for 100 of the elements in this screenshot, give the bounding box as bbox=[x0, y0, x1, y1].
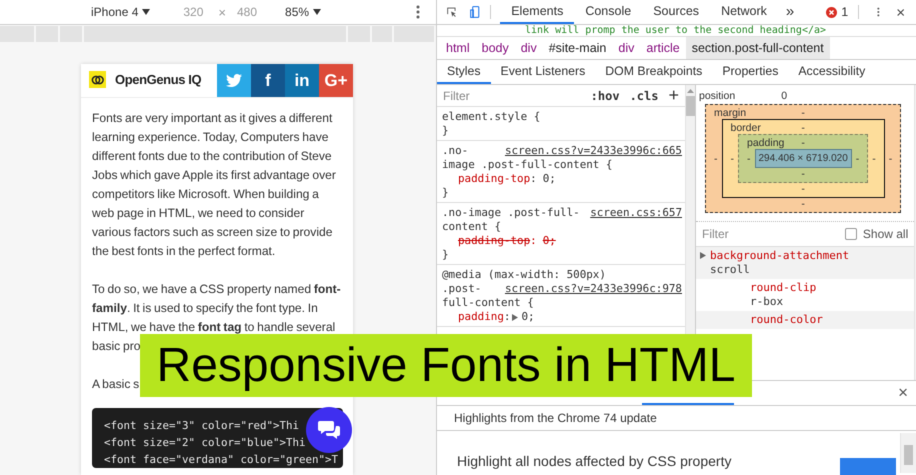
device-select[interactable]: iPhone 4 bbox=[91, 5, 150, 19]
property-separator: : bbox=[504, 310, 510, 324]
breadcrumb[interactable]: #site-main bbox=[542, 37, 612, 59]
pane-tab[interactable]: Styles bbox=[437, 60, 490, 84]
selector-line: image .post-full-content { bbox=[442, 158, 612, 172]
property-name: round-clip bbox=[750, 281, 818, 295]
checkbox[interactable] bbox=[844, 228, 857, 240]
box-value: - bbox=[801, 168, 805, 180]
property-name: padding-top bbox=[458, 172, 530, 186]
article-title: Highlight all nodes affected by CSS property bbox=[457, 453, 732, 469]
property-value: 0; bbox=[521, 310, 535, 324]
box-value: - bbox=[746, 152, 752, 164]
scrollbar-thumb bbox=[904, 445, 913, 465]
box-value: 0 bbox=[781, 90, 788, 102]
times-sign: × bbox=[218, 4, 226, 20]
close-icon bbox=[896, 6, 904, 18]
drawer-heading: Highlights from the Chrome 74 update bbox=[437, 406, 916, 431]
breadcrumb[interactable]: html bbox=[440, 37, 476, 59]
source-link[interactable]: screen.css:657 bbox=[590, 206, 682, 220]
content-box: 294.406 × 6719.020 bbox=[754, 149, 852, 168]
error-icon bbox=[826, 6, 838, 18]
pane-tab[interactable]: Accessibility bbox=[788, 60, 876, 84]
property-value: 0; bbox=[542, 234, 556, 248]
share-button[interactable]: G+ bbox=[319, 64, 353, 97]
inspect-icon bbox=[447, 4, 458, 20]
box-label: margin bbox=[714, 107, 746, 119]
breadcrumb[interactable]: div bbox=[514, 37, 543, 59]
box-value: - bbox=[730, 152, 735, 164]
error-counter: 1 bbox=[826, 0, 848, 24]
caret-icon bbox=[142, 9, 150, 15]
box-value: - bbox=[801, 107, 805, 119]
source-link[interactable]: screen.css?v=2433e3996c:978 bbox=[504, 282, 682, 296]
box-value: - bbox=[713, 152, 718, 164]
paragraph: A basic s bbox=[92, 376, 140, 393]
breadcrumb[interactable]: article bbox=[640, 37, 686, 59]
code-line: <font size="3" color="red">Thi bbox=[104, 418, 300, 434]
property-value: 0; bbox=[542, 172, 556, 186]
selector-line: element.style { bbox=[442, 110, 540, 124]
box-value: - bbox=[801, 122, 805, 134]
selector-line: .no- bbox=[442, 144, 468, 158]
image-placeholder bbox=[840, 458, 896, 475]
pane-tab[interactable]: DOM Breakpoints bbox=[595, 60, 712, 84]
chat-button[interactable] bbox=[306, 407, 352, 453]
property-name: padding-top bbox=[458, 234, 530, 248]
media-query: @media (max-width: 500px) bbox=[442, 268, 607, 282]
scroll-up-icon bbox=[687, 89, 694, 93]
pane-tab[interactable]: Event Listeners bbox=[490, 60, 596, 84]
selector-line: .no-image .post-full- bbox=[442, 206, 580, 220]
rule-brace: } bbox=[442, 186, 450, 200]
class-toggle-button[interactable]: .cls bbox=[630, 88, 658, 102]
zoom-select[interactable]: 85% bbox=[285, 5, 322, 19]
brand-name: OpenGenus IQ bbox=[115, 72, 202, 87]
bird-icon bbox=[226, 74, 242, 87]
box-value: - bbox=[888, 152, 894, 164]
share-button[interactable]: in bbox=[285, 64, 319, 97]
device-icon bbox=[470, 3, 480, 21]
panel-tab[interactable]: Network bbox=[710, 0, 778, 24]
pane-tab[interactable]: Properties bbox=[712, 60, 788, 84]
property-name: padding bbox=[458, 310, 504, 324]
selector-line: full-content { bbox=[442, 296, 534, 310]
selector-line: .post- bbox=[442, 282, 482, 296]
box-value: - bbox=[801, 137, 805, 149]
share-button[interactable]: f bbox=[251, 64, 285, 97]
checkbox-label: Show all bbox=[862, 227, 908, 241]
more-icon bbox=[416, 5, 420, 19]
box-value: - bbox=[854, 152, 860, 164]
panel-tab[interactable]: Sources bbox=[642, 0, 710, 24]
property-name: round-color bbox=[750, 313, 824, 327]
panel-tab[interactable]: Console bbox=[574, 0, 642, 24]
source-link[interactable]: screen.css?v=2433e3996c:665 bbox=[504, 144, 682, 158]
more-tabs-button[interactable]: » bbox=[778, 0, 802, 24]
more-icon bbox=[876, 5, 880, 19]
box-label: border bbox=[730, 122, 761, 134]
box-value: - bbox=[801, 183, 805, 195]
code-line: <font size="2" color="blue">Thi bbox=[104, 435, 306, 451]
breadcrumb[interactable]: div bbox=[612, 37, 640, 59]
hover-state-button[interactable]: :hov bbox=[590, 88, 620, 102]
panel-tab[interactable]: Elements bbox=[500, 0, 574, 24]
property-name: background-attachment bbox=[710, 249, 850, 263]
paragraph: Fonts are very important as it gives a different learning experience. Today, Computers have different fonts due to the contribution of Steve Jobs which gave Apple its first advantage over competitors like Microsoft. When building a web page in HTML, we need to consider various factors such as screen size to provide the best fonts in the perfect format. bbox=[92, 110, 337, 260]
close-button[interactable]: × bbox=[898, 381, 908, 405]
box-label: position bbox=[699, 90, 736, 102]
breadcrumb[interactable]: body bbox=[476, 37, 515, 59]
caret-icon bbox=[313, 9, 322, 15]
property-separator: : bbox=[530, 172, 537, 186]
new-rule-button[interactable]: + bbox=[668, 85, 679, 106]
property-separator: : bbox=[530, 234, 537, 248]
box-value: - bbox=[801, 198, 805, 210]
chat-bubbles-icon bbox=[317, 420, 341, 440]
code-line: <font face="verdana" color="green">T bbox=[104, 452, 338, 468]
box-label: padding bbox=[747, 137, 784, 149]
rule-brace: } bbox=[442, 248, 450, 262]
rule-brace: } bbox=[442, 124, 450, 138]
box-value: - bbox=[871, 152, 877, 164]
breadcrumb[interactable]: section.post-full-content bbox=[686, 37, 830, 59]
property-value: scroll bbox=[710, 263, 750, 276]
share-button[interactable] bbox=[217, 64, 251, 97]
selector-line: content { bbox=[442, 220, 502, 234]
logo-icon bbox=[89, 71, 106, 88]
property-value: r-box bbox=[750, 295, 784, 308]
